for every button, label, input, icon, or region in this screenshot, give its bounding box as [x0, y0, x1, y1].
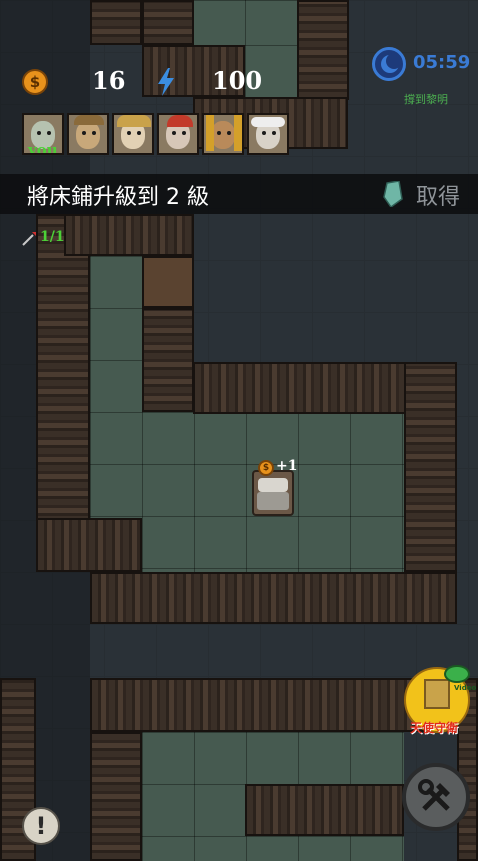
quest-banner: 將床鋪升級到 2 級 取得 [0, 174, 478, 214]
hammer-wrench-icon [418, 779, 450, 811]
pillow [258, 478, 288, 492]
moon-clock-icon [372, 47, 406, 81]
room-wall [142, 308, 194, 412]
eye-icon [444, 665, 470, 683]
room-wall-inner [245, 784, 404, 836]
spear-icon [22, 232, 36, 246]
player-avatar-4[interactable] [157, 113, 199, 155]
wooden-door[interactable] [142, 256, 194, 308]
angel-guard-button[interactable]: Video 天使守衛 [404, 665, 476, 737]
room-wall-bottom-left [36, 518, 142, 572]
wall-segment [90, 0, 142, 45]
wall-segment [297, 0, 349, 100]
room-floor-left [90, 256, 142, 524]
alert-info-button[interactable]: ! [22, 807, 60, 845]
player-avatar-3[interactable] [112, 113, 154, 155]
bed[interactable] [252, 470, 294, 516]
lightning-icon [158, 68, 174, 96]
video-tag: Video [454, 684, 477, 692]
countdown-timer: 05:59 [413, 52, 471, 73]
room-wall-bottom [90, 572, 457, 624]
room-wall-top [64, 214, 194, 256]
player-avatar-1[interactable]: you [22, 113, 64, 155]
player-avatar-2[interactable] [67, 113, 109, 155]
weapon-count: 1/1 [40, 229, 65, 245]
crystal-icon [383, 181, 403, 207]
coin-count: 16 [92, 66, 126, 95]
blanket [257, 492, 289, 510]
room-wall-right [404, 362, 457, 572]
room-wall-left [90, 732, 142, 861]
you-label: you [28, 141, 58, 155]
player-avatar-6[interactable] [247, 113, 289, 155]
angel-guard-label: 天使守衛 [410, 721, 459, 735]
room-wall-left [36, 214, 90, 524]
bed-bonus: +1 [276, 458, 298, 474]
floor-top [193, 0, 297, 45]
quest-text: 將床鋪升級到 2 級 [27, 185, 209, 210]
player-avatar-5[interactable] [202, 113, 244, 155]
game-stage: $ +1 $ 16 100 05:59 撐到黎明 you 將床鋪升級到 2 級 … [0, 0, 478, 861]
build-tools-button[interactable] [402, 763, 470, 831]
quest-action-button[interactable]: 取得 [416, 179, 460, 211]
phase-label: 撐到黎明 [404, 93, 448, 106]
coin-icon: $ [258, 460, 274, 476]
gate-icon [424, 679, 450, 709]
room-wall-top [90, 678, 457, 732]
wall-segment [142, 0, 194, 45]
energy-count: 100 [212, 66, 263, 95]
coin-icon: $ [22, 69, 48, 95]
